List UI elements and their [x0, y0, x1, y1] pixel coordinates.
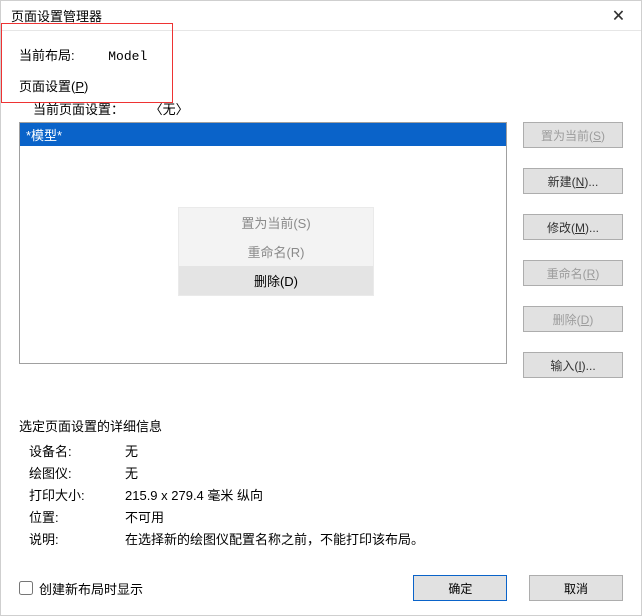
ctx-rename[interactable]: 重命名(R) [179, 237, 373, 266]
ctx-delete[interactable]: 删除(D) [179, 266, 373, 295]
details-section: 选定页面设置的详细信息 设备名:无 绘图仪:无 打印大小:215.9 x 279… [19, 412, 623, 551]
page-setup-group-label: 页面设置(P) [19, 76, 623, 95]
size-value: 215.9 x 279.4 毫米 纵向 [125, 485, 623, 504]
ok-button[interactable]: 确定 [413, 575, 507, 601]
current-layout-value: Model [108, 49, 147, 64]
desc-label: 说明: [29, 529, 125, 548]
current-layout-label: 当前布局: [19, 45, 75, 64]
set-current-button[interactable]: 置为当前(S) [523, 122, 623, 148]
close-button[interactable]: 🗙 [596, 1, 641, 30]
current-page-setup-row: 当前页面设置： 〈无〉 [33, 99, 623, 118]
plotter-value: 无 [125, 463, 623, 482]
new-button[interactable]: 新建(N)... [523, 168, 623, 194]
modify-button[interactable]: 修改(M)... [523, 214, 623, 240]
import-button[interactable]: 输入(I)... [523, 352, 623, 378]
delete-button[interactable]: 删除(D) [523, 306, 623, 332]
ctx-set-current[interactable]: 置为当前(S) [179, 208, 373, 237]
rename-button[interactable]: 重命名(R) [523, 260, 623, 286]
page-setup-list[interactable]: *模型* 置为当前(S) 重命名(R) 删除(D) [19, 122, 507, 364]
page-setup-group: 页面设置(P) 当前页面设置： 〈无〉 *模型* 置为当前(S) 重命名(R) … [19, 76, 623, 398]
dialog-footer: 创建新布局时显示 确定 取消 [1, 569, 641, 615]
show-on-new-layout-input[interactable] [19, 581, 33, 595]
context-menu: 置为当前(S) 重命名(R) 删除(D) [178, 207, 374, 296]
list-item[interactable]: *模型* [20, 123, 506, 146]
right-button-column: 置为当前(S) 新建(N)... 修改(M)... 重命名(R) 删除(D) [523, 122, 623, 398]
page-setup-manager-dialog: 页面设置管理器 🗙 当前布局: Model 页面设置(P) 当前页面设置： 〈无… [0, 0, 642, 616]
plotter-label: 绘图仪: [29, 463, 125, 482]
device-label: 设备名: [29, 441, 125, 460]
size-label: 打印大小: [29, 485, 125, 504]
cancel-button[interactable]: 取消 [529, 575, 623, 601]
location-label: 位置: [29, 507, 125, 526]
details-title: 选定页面设置的详细信息 [19, 416, 623, 435]
show-on-new-layout-label: 创建新布局时显示 [39, 579, 143, 598]
current-layout-row: 当前布局: Model [19, 43, 623, 66]
titlebar: 页面设置管理器 🗙 [1, 1, 641, 31]
device-value: 无 [125, 441, 623, 460]
dialog-content: 当前布局: Model 页面设置(P) 当前页面设置： 〈无〉 *模型* 置为当… [1, 31, 641, 569]
show-on-new-layout-checkbox[interactable]: 创建新布局时显示 [19, 579, 395, 598]
desc-value: 在选择新的绘图仪配置名称之前，不能打印该布局。 [125, 529, 623, 548]
location-value: 不可用 [125, 507, 623, 526]
current-page-setup-label: 当前页面设置： [33, 102, 124, 117]
current-page-setup-value: 〈无〉 [150, 102, 189, 117]
window-title: 页面设置管理器 [11, 6, 102, 25]
